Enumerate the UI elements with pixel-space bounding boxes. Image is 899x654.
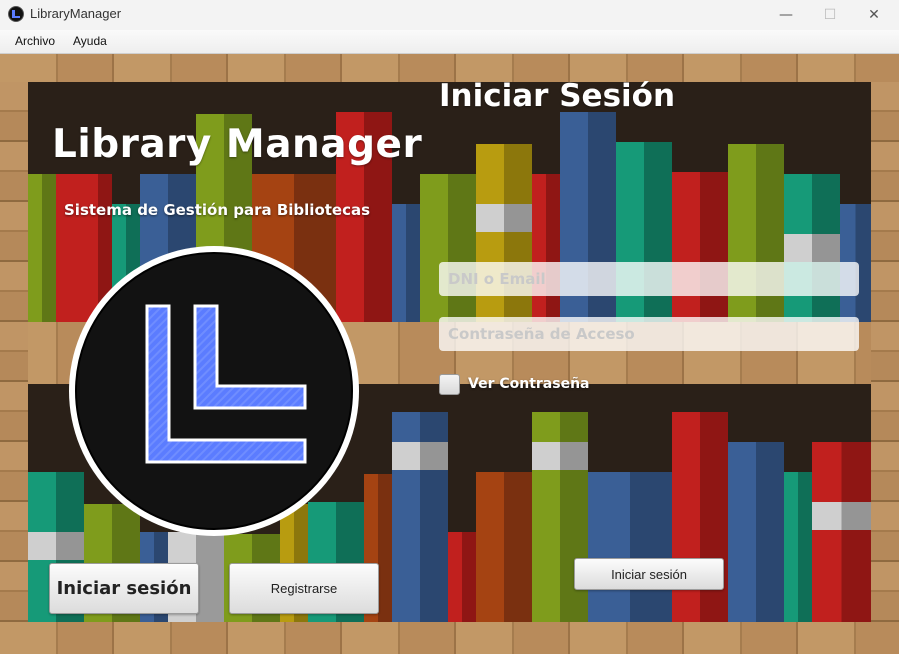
library-manager-logo-icon — [69, 246, 359, 536]
login-heading: Iniciar Sesión — [439, 78, 676, 114]
logo-badge — [75, 252, 353, 530]
login-tab-button[interactable]: Iniciar sesión — [49, 563, 199, 614]
show-password-checkbox[interactable] — [439, 374, 460, 395]
register-button[interactable]: Registrarse — [229, 563, 379, 614]
app-title: Library Manager — [52, 122, 423, 167]
app-subtitle: Sistema de Gestión para Bibliotecas — [64, 201, 371, 219]
password-input[interactable] — [439, 317, 859, 351]
show-password-label: Ver Contraseña — [468, 376, 590, 392]
login-screen: Library Manager Sistema de Gestión para … — [0, 0, 899, 654]
user-input[interactable] — [439, 262, 859, 296]
submit-login-button[interactable]: Iniciar sesión — [574, 558, 724, 590]
ll-logo-icon — [145, 304, 307, 464]
